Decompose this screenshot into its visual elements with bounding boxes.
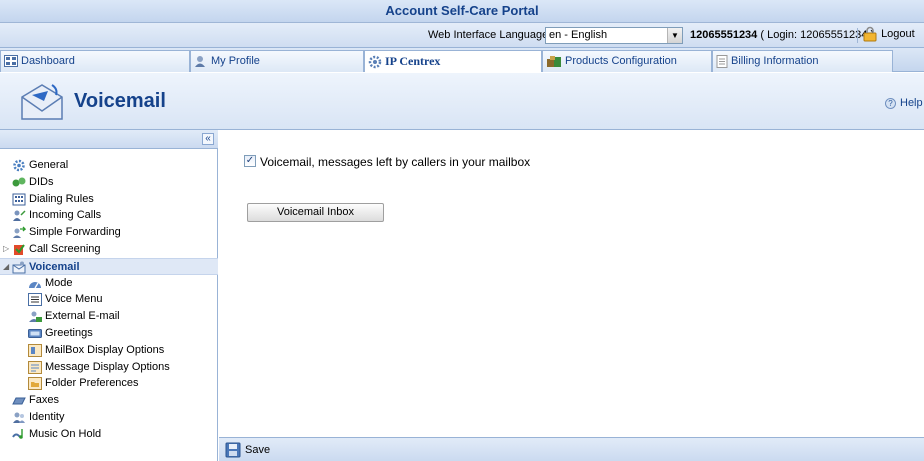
sidebar-item-label: Greetings [45, 326, 93, 339]
sidebar-item-label: Mode [45, 276, 73, 289]
sidebar: « General DIDs Dialing Rules Incoming Ca… [0, 130, 218, 461]
sidebar-item-label: External E-mail [45, 310, 120, 323]
sidebar-item-folder-preferences[interactable]: Folder Preferences [0, 375, 218, 392]
save-label: Save [245, 444, 271, 456]
account-info: 12065551234 ( Login: 12065551234 ) [690, 29, 874, 41]
forwarding-icon [13, 226, 26, 239]
chevron-down-icon[interactable]: ▼ [667, 28, 682, 43]
save-icon [225, 442, 241, 458]
collapse-arrow-icon[interactable]: ◢ [3, 259, 9, 276]
sidebar-item-label: Incoming Calls [29, 209, 102, 222]
sidebar-item-mode[interactable]: Mode [0, 275, 218, 292]
language-select[interactable]: en - English ▼ [545, 27, 683, 44]
email-icon [29, 311, 42, 323]
sidebar-item-label: DIDs [29, 175, 54, 188]
sidebar-header: « [0, 130, 218, 149]
voicemail-inbox-button[interactable]: Voicemail Inbox [247, 203, 384, 222]
sidebar-item-faxes[interactable]: Faxes [0, 392, 218, 409]
dialing-rules-icon [12, 193, 26, 206]
dids-icon [12, 177, 26, 187]
products-icon [547, 55, 561, 67]
call-screening-icon [14, 244, 25, 255]
page-header: Voicemail ? Help [0, 73, 924, 130]
sidebar-item-label: Faxes [29, 394, 59, 407]
sidebar-item-label: Identity [29, 410, 65, 423]
lock-icon [863, 26, 877, 42]
tab-dashboard[interactable]: Dashboard [0, 50, 190, 72]
folder-icon [28, 377, 42, 391]
voicemail-enabled-label: Voicemail, messages left by callers in y… [260, 155, 531, 169]
sidebar-item-voice-menu[interactable]: Voice Menu [0, 291, 218, 308]
save-button[interactable]: Save [225, 442, 270, 458]
dashboard-icon [4, 55, 18, 68]
message-icon [28, 360, 42, 374]
tab-my-profile[interactable]: My Profile [190, 50, 364, 72]
sidebar-item-label: Voice Menu [45, 293, 103, 306]
account-number: 12065551234 [690, 29, 758, 41]
fax-icon [12, 397, 26, 405]
sidebar-item-label: Call Screening [29, 242, 101, 255]
sidebar-item-external-email[interactable]: External E-mail [0, 308, 218, 325]
sidebar-item-voicemail[interactable]: ◢ Voicemail [0, 257, 218, 276]
gear-icon [368, 56, 382, 69]
sidebar-item-label: Simple Forwarding [29, 226, 121, 239]
tab-products-configuration[interactable]: Products Configuration [542, 50, 712, 72]
sidebar-item-identity[interactable]: Identity [0, 409, 218, 426]
language-select-value: en - English [549, 29, 608, 41]
identity-icon [13, 412, 25, 423]
voice-menu-icon [28, 293, 42, 307]
greetings-icon [28, 328, 42, 338]
tab-label: My Profile [211, 55, 260, 67]
sidebar-item-label: Music On Hold [29, 427, 102, 440]
tab-ip-centrex[interactable]: IP Centrex [364, 50, 542, 72]
sidebar-item-dialing-rules[interactable]: Dialing Rules [0, 191, 218, 208]
help-icon: ? [885, 97, 896, 109]
voicemail-envelope-icon [21, 84, 63, 120]
language-bar: Web Interface Language: en - English ▼ 1… [0, 23, 924, 48]
sidebar-item-simple-forwarding[interactable]: Simple Forwarding [0, 224, 218, 241]
footer-toolbar: Save [219, 437, 924, 461]
tab-label: Dashboard [21, 55, 75, 67]
help-label: Help [900, 97, 923, 109]
sidebar-item-dids[interactable]: DIDs [0, 174, 218, 191]
voicemail-icon [12, 261, 26, 274]
gear-icon [13, 159, 25, 172]
tab-label: Products Configuration [565, 55, 677, 67]
incoming-calls-icon [13, 210, 26, 222]
sidebar-item-music-on-hold[interactable]: Music On Hold [0, 426, 218, 443]
sidebar-item-label: Dialing Rules [29, 192, 94, 205]
sidebar-item-mailbox-display-options[interactable]: MailBox Display Options [0, 342, 218, 359]
logout-label: Logout [881, 27, 915, 40]
logout-button[interactable]: Logout [862, 26, 915, 42]
user-icon [195, 55, 205, 67]
sidebar-item-call-screening[interactable]: ▷ Call Screening [0, 241, 218, 258]
tab-label: IP Centrex [385, 54, 441, 68]
voicemail-enabled-checkbox[interactable]: ✓ [244, 155, 256, 167]
sidebar-item-message-display-options[interactable]: Message Display Options [0, 359, 218, 376]
sidebar-item-label: Message Display Options [45, 360, 170, 373]
sidebar-item-greetings[interactable]: Greetings [0, 325, 218, 342]
sidebar-item-label: Folder Preferences [45, 377, 139, 390]
tab-bar: Dashboard My Profile IP Centrex Products… [0, 48, 924, 72]
sidebar-nav: General DIDs Dialing Rules Incoming Call… [0, 157, 218, 443]
sidebar-item-general[interactable]: General [0, 157, 218, 174]
mailbox-icon [28, 343, 42, 357]
music-icon [12, 428, 23, 439]
portal-title: Account Self-Care Portal [0, 0, 924, 23]
main-panel: ✓ Voicemail, messages left by callers in… [219, 130, 924, 437]
collapse-sidebar-button[interactable]: « [202, 133, 214, 145]
tab-billing-information[interactable]: Billing Information [712, 50, 893, 72]
sidebar-item-label: General [29, 159, 69, 171]
tab-label: Billing Information [731, 55, 819, 67]
sidebar-item-label: Voicemail [29, 260, 80, 273]
mode-icon [29, 281, 41, 288]
sidebar-item-label: MailBox Display Options [45, 343, 165, 356]
divider [857, 28, 858, 43]
language-label: Web Interface Language: [428, 29, 552, 41]
help-link[interactable]: ? Help [885, 97, 923, 109]
document-icon [716, 54, 728, 68]
page-title: Voicemail [74, 90, 166, 112]
sidebar-item-incoming-calls[interactable]: Incoming Calls [0, 207, 218, 224]
expand-arrow-icon[interactable]: ▷ [3, 241, 9, 258]
